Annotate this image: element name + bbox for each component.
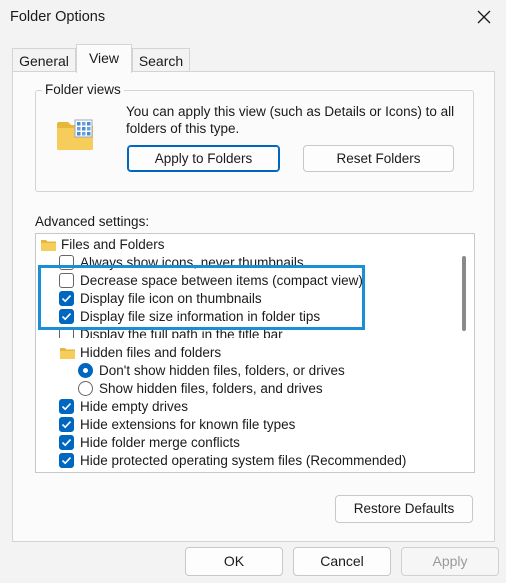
- checkbox[interactable]: [59, 309, 74, 324]
- checkbox-label: Hide protected operating system files (R…: [80, 453, 407, 468]
- checkmark-icon: [61, 313, 72, 321]
- apply-button[interactable]: Apply: [401, 547, 499, 576]
- scroll-thumb[interactable]: [462, 256, 466, 331]
- radio-button[interactable]: [78, 363, 93, 378]
- close-icon: [477, 10, 491, 24]
- apply-to-folders-button[interactable]: Apply to Folders: [127, 145, 280, 172]
- checkbox-label: Decrease space between items (compact vi…: [80, 273, 363, 288]
- advanced-settings-label: Advanced settings:: [35, 214, 150, 229]
- tree-folder-label: Files and Folders: [61, 237, 165, 252]
- radio-label: Show hidden files, folders, and drives: [99, 381, 323, 396]
- checkbox[interactable]: [59, 273, 74, 288]
- checkmark-icon: [61, 421, 72, 429]
- checkbox[interactable]: [59, 327, 74, 338]
- tree-folder-hidden-files: Hidden files and folders: [36, 344, 456, 362]
- tree-checkbox-row[interactable]: Hide folder merge conflicts: [36, 434, 456, 452]
- folder-views-group: Folder views You can apply this view (su…: [35, 82, 474, 192]
- checkbox-label: Display file icon on thumbnails: [80, 291, 262, 306]
- checkbox[interactable]: [59, 255, 74, 270]
- tree-radio-row[interactable]: Don't show hidden files, folders, or dri…: [36, 362, 456, 380]
- tree-folder-files-and-folders: Files and Folders: [36, 236, 456, 254]
- tree-folder-label: Hidden files and folders: [80, 345, 222, 360]
- tab-general[interactable]: General: [12, 48, 76, 72]
- checkbox-label: Hide empty drives: [80, 399, 189, 414]
- checkmark-icon: [61, 457, 72, 465]
- title-bar: Folder Options: [0, 0, 506, 38]
- checkmark-icon: [61, 295, 72, 303]
- tree-checkbox-row[interactable]: Display the full path in the title bar: [36, 326, 456, 338]
- advanced-settings-tree[interactable]: Files and Folders Always show icons, nev…: [35, 233, 475, 473]
- checkbox-label: Display file size information in folder …: [80, 309, 321, 324]
- checkbox[interactable]: [59, 435, 74, 450]
- radio-button[interactable]: [78, 381, 93, 396]
- checkbox-label: Hide extensions for known file types: [80, 417, 296, 432]
- folder-icon: [60, 348, 75, 359]
- view-tab-panel: Folder views You can apply this view (su…: [12, 71, 495, 542]
- tree-checkbox-row[interactable]: Display file size information in folder …: [36, 308, 456, 326]
- checkbox-label: Always show icons, never thumbnails: [80, 255, 304, 270]
- checkbox[interactable]: [59, 399, 74, 414]
- checkmark-icon: [61, 439, 72, 447]
- checkbox-label: Display the full path in the title bar: [80, 327, 283, 338]
- tab-search[interactable]: Search: [132, 48, 190, 72]
- cancel-button[interactable]: Cancel: [293, 547, 391, 576]
- close-button[interactable]: [468, 2, 500, 32]
- tab-view[interactable]: View: [76, 44, 132, 73]
- ok-button[interactable]: OK: [185, 547, 283, 576]
- tree-scrollbar[interactable]: [454, 234, 474, 472]
- reset-folders-button[interactable]: Reset Folders: [303, 145, 454, 172]
- folder-grid-icon: [57, 119, 93, 150]
- checkbox[interactable]: [59, 453, 74, 468]
- tree-radio-row[interactable]: Show hidden files, folders, and drives: [36, 380, 456, 398]
- tree-checkbox-row[interactable]: Decrease space between items (compact vi…: [36, 272, 456, 290]
- folder-views-description: You can apply this view (such as Details…: [126, 104, 455, 136]
- tree-checkbox-row[interactable]: Hide empty drives: [36, 398, 456, 416]
- tree-checkbox-row[interactable]: Hide extensions for known file types: [36, 416, 456, 434]
- restore-defaults-button[interactable]: Restore Defaults: [335, 495, 473, 523]
- checkbox[interactable]: [59, 417, 74, 432]
- checkbox[interactable]: [59, 291, 74, 306]
- radio-label: Don't show hidden files, folders, or dri…: [99, 363, 345, 378]
- tree-checkbox-row[interactable]: Always show icons, never thumbnails: [36, 254, 456, 272]
- checkmark-icon: [61, 403, 72, 411]
- checkbox-label: Hide folder merge conflicts: [80, 435, 240, 450]
- folder-views-title: Folder views: [42, 82, 124, 97]
- tree-checkbox-row[interactable]: Display file icon on thumbnails: [36, 290, 456, 308]
- window-title: Folder Options: [10, 9, 106, 25]
- folder-icon: [41, 240, 56, 251]
- tree-checkbox-row[interactable]: Hide protected operating system files (R…: [36, 452, 456, 470]
